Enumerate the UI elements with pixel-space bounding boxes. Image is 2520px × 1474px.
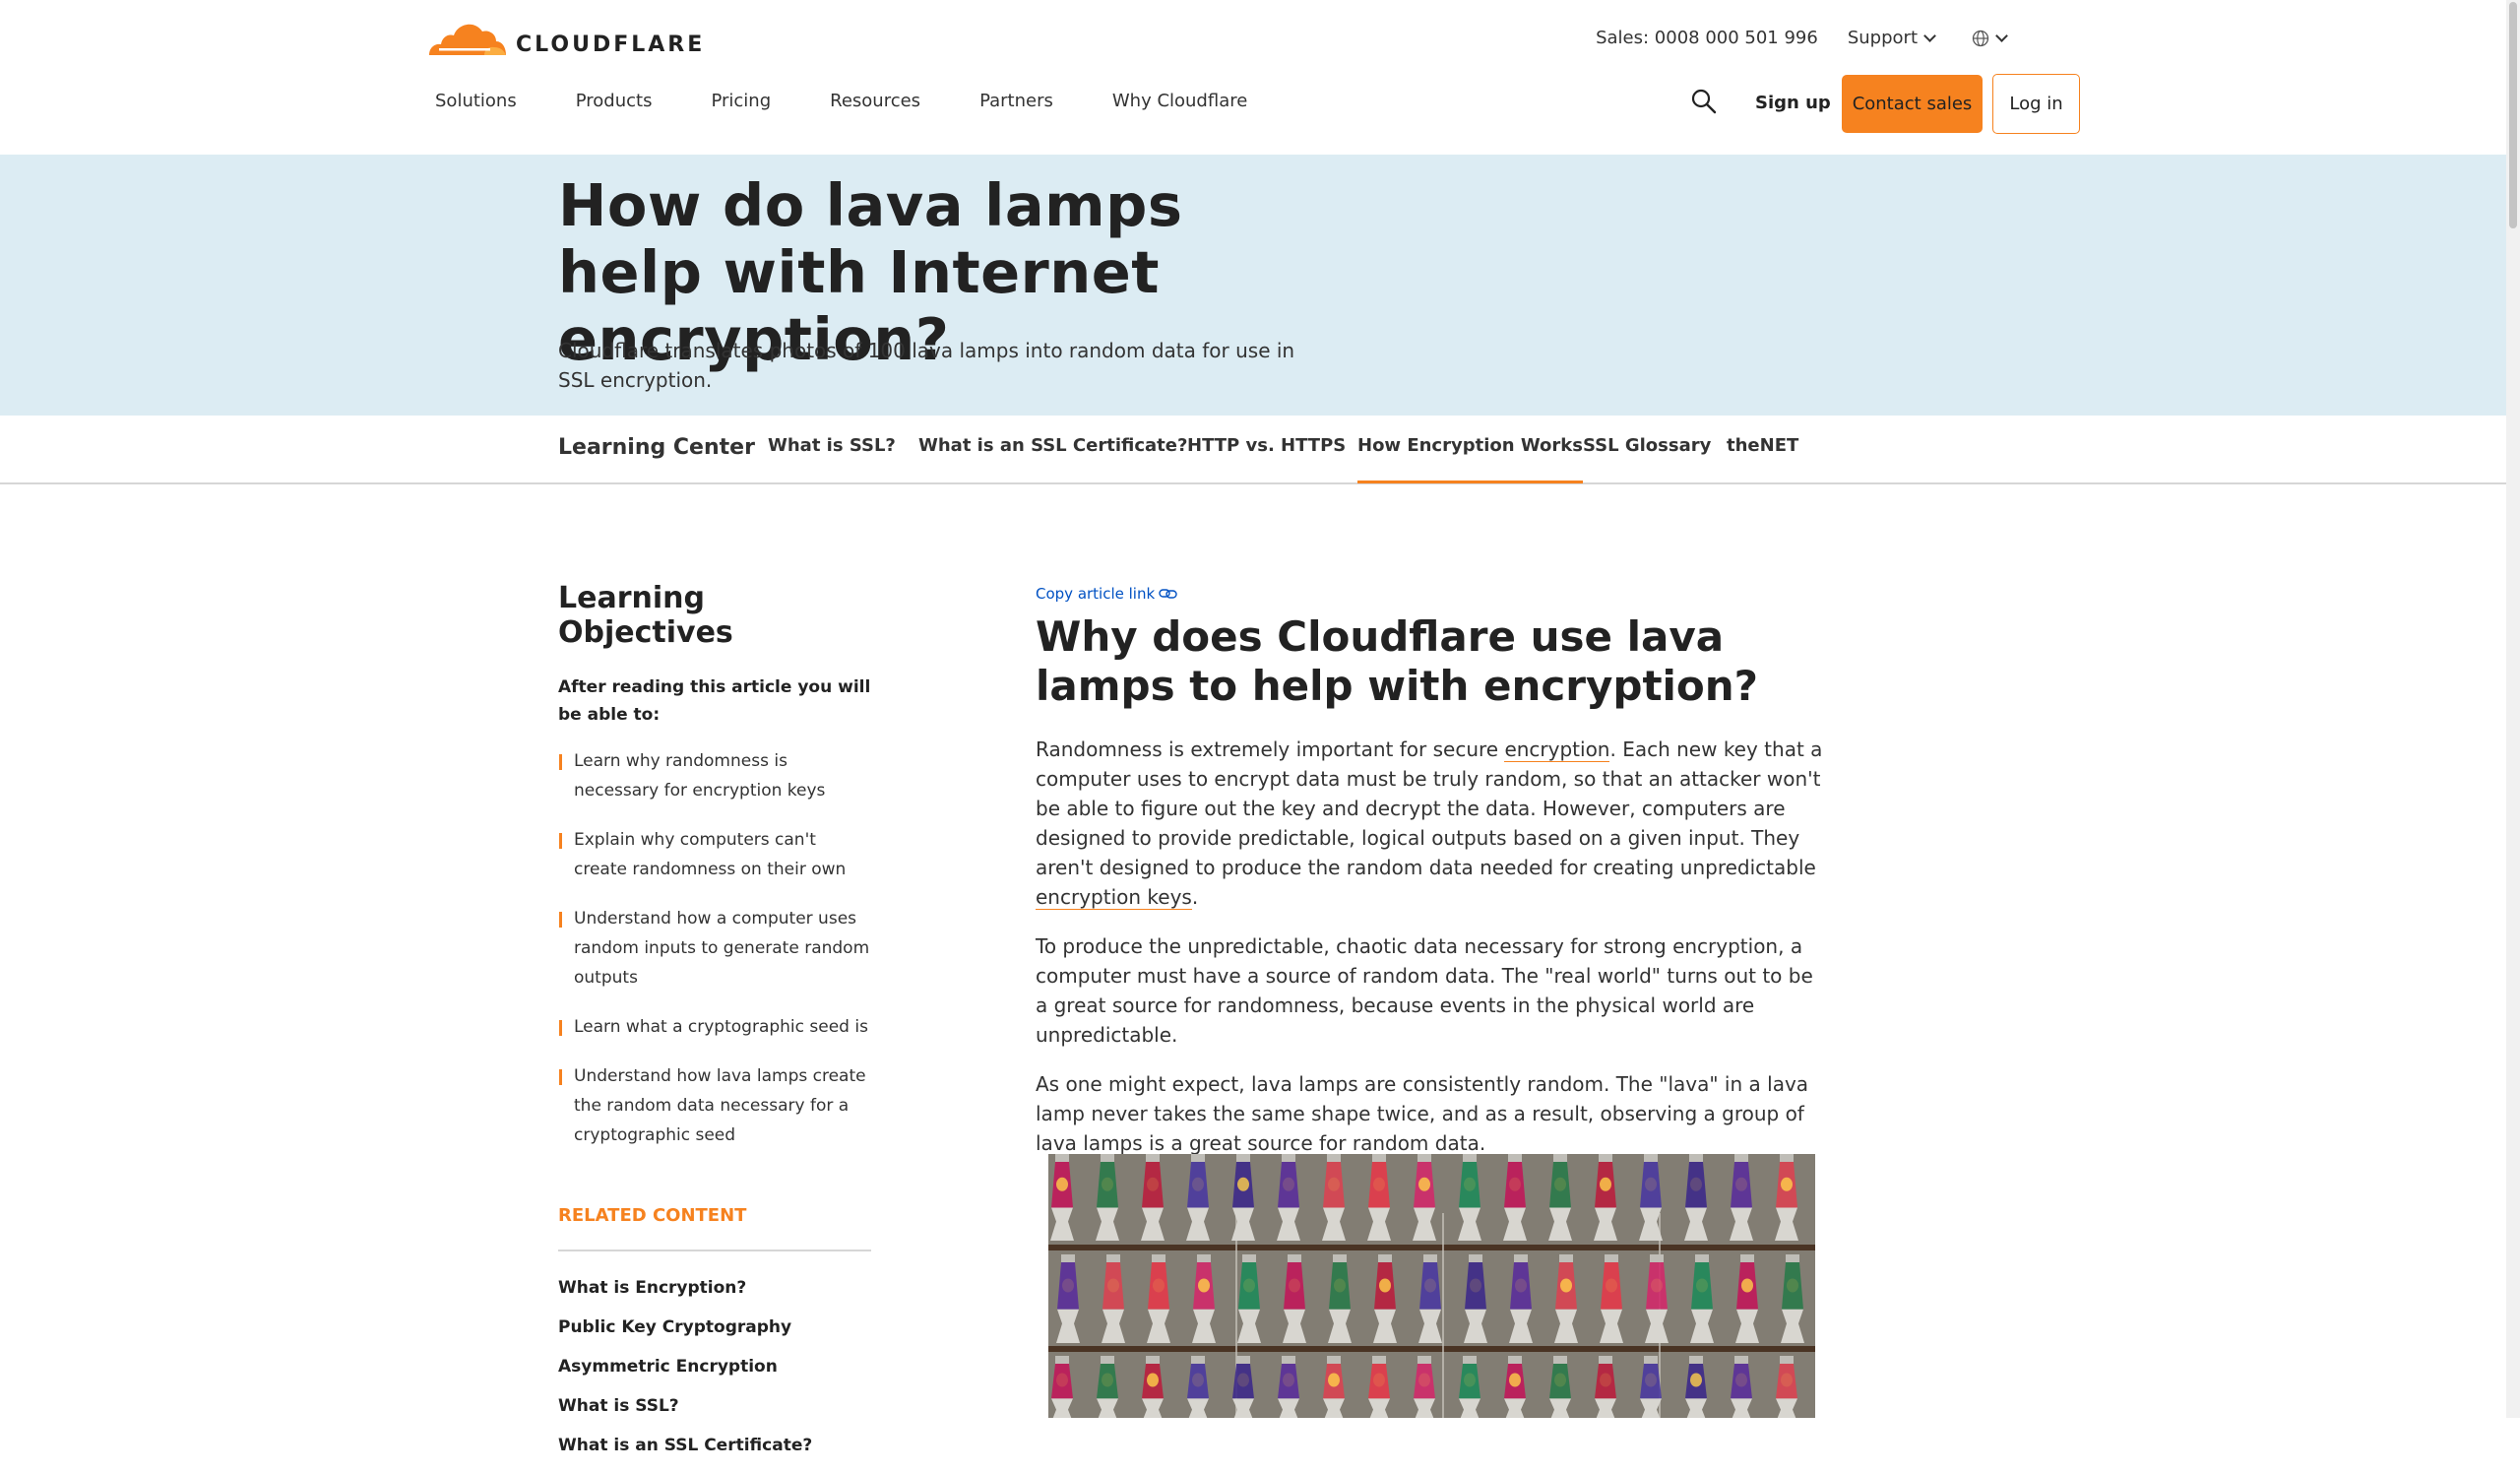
objective-item: Understand how a computer uses random in… [558,904,873,993]
lava-lamp-wall-photo [1048,1154,1815,1418]
nav-resources[interactable]: Resources [830,91,920,111]
cloud-logo-icon [429,24,506,55]
sales-phone[interactable]: Sales: 0008 000 501 996 [1596,28,1818,48]
article-paragraph: As one might expect, lava lamps are cons… [1036,1072,1809,1155]
nav-products[interactable]: Products [576,91,653,111]
nav-partners[interactable]: Partners [979,91,1053,111]
tab-what-is-ssl[interactable]: What is SSL? [768,435,896,481]
utility-nav: Sales: 0008 000 501 996 Support [1596,28,2008,48]
tab-ssl-glossary[interactable]: SSL Glossary [1583,435,1711,481]
copy-article-link[interactable]: Copy article link [1036,585,1823,603]
scrollbar[interactable] [2506,0,2520,1418]
support-menu[interactable]: Support [1847,28,1936,48]
search-icon [1691,89,1717,114]
objective-item: Learn what a cryptographic seed is [558,1012,873,1042]
related-link[interactable]: What is Encryption? [558,1277,873,1299]
sign-up-link[interactable]: Sign up [1755,93,1831,113]
link-icon [1159,589,1177,599]
related-link[interactable]: Public Key Cryptography [558,1316,873,1338]
chevron-down-icon [1995,29,2008,42]
related-link[interactable]: What is SSL? [558,1395,873,1417]
article-paragraph: To produce the unpredictable, chaotic da… [1036,934,1813,1047]
scrollbar-thumb[interactable] [2509,2,2517,228]
log-in-button[interactable]: Log in [1992,74,2080,134]
nav-pricing[interactable]: Pricing [711,91,771,111]
site-header: CLOUDFLARE Sales: 0008 000 501 996 Suppo… [0,0,2506,155]
support-label: Support [1847,28,1918,48]
objective-item: Learn why randomness is necessary for en… [558,746,873,805]
objectives-title: Learning Objectives [558,581,733,650]
page-subtitle: Cloudflare translates photos of 100 lava… [558,339,1295,392]
tab-thenet[interactable]: theNET [1727,435,1798,481]
tab-how-encryption-works[interactable]: How Encryption Works [1357,435,1583,483]
related-link[interactable]: What is an SSL Certificate? [558,1435,873,1456]
hero-banner: How do lava lamps help with Internet enc… [0,155,2506,416]
objective-item: Understand how lava lamps create the ran… [558,1061,873,1150]
encryption-link[interactable]: encryption [1504,737,1610,762]
learning-objectives-sidebar: Learning Objectives After reading this a… [558,581,873,1474]
contact-sales-button[interactable]: Contact sales [1842,75,1983,133]
nav-why-cloudflare[interactable]: Why Cloudflare [1112,91,1247,111]
article-body: Copy article link Why does Cloudflare us… [1036,585,1823,1158]
objectives-list: Learn why randomness is necessary for en… [558,746,873,1150]
related-content-heading: RELATED CONTENT [558,1205,871,1251]
objectives-intro: After reading this article you will be a… [558,677,871,725]
article-paragraph: Randomness is extremely important for se… [1036,735,1823,912]
chevron-down-icon [1923,29,1936,42]
main-nav: Solutions Products Pricing Resources Par… [435,91,1306,111]
language-selector[interactable] [1972,29,2008,47]
learning-center-link[interactable]: Learning Center [558,435,755,460]
logo-wordmark: CLOUDFLARE [516,32,706,57]
globe-icon [1972,30,1989,46]
article-heading: Why does Cloudflare use lava lamps to he… [1036,612,1759,710]
related-content-list: What is Encryption? Public Key Cryptogra… [558,1277,873,1456]
lava-lamps-image [1048,1154,1815,1418]
text-run: . [1191,885,1199,909]
search-button[interactable] [1689,87,1719,116]
related-link[interactable]: Asymmetric Encryption [558,1356,873,1378]
learning-center-nav: Learning Center What is SSL? What is an … [0,416,2506,484]
nav-solutions[interactable]: Solutions [435,91,517,111]
tab-ssl-certificate[interactable]: What is an SSL Certificate? [918,435,1187,481]
encryption-keys-link[interactable]: encryption keys [1036,885,1192,910]
text-run: Randomness is extremely important for se… [1036,737,1505,761]
copy-link-label: Copy article link [1036,585,1156,603]
cloudflare-logo[interactable]: CLOUDFLARE [425,18,705,57]
objective-item: Explain why computers can't create rando… [558,825,873,884]
tab-http-vs-https[interactable]: HTTP vs. HTTPS [1187,435,1346,481]
